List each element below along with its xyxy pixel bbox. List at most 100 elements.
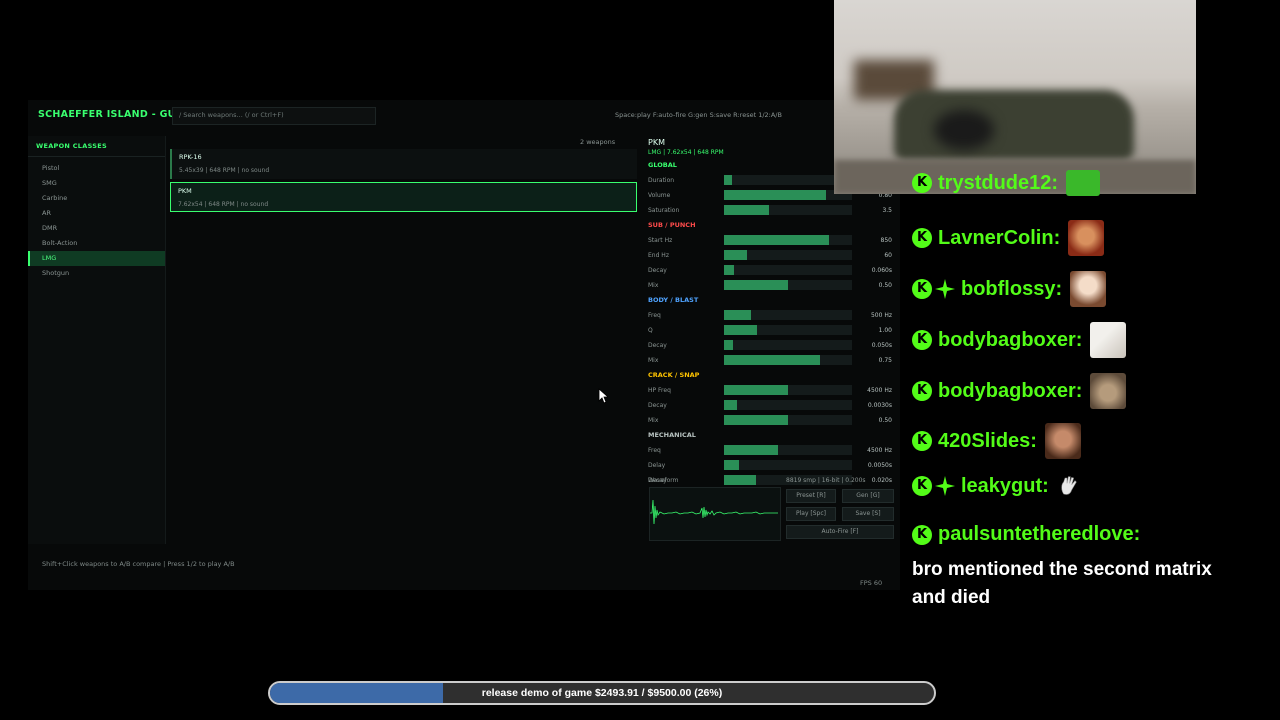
weapon-row-pkm[interactable]: PKM 7.62x54 | 648 RPM | no sound	[170, 182, 637, 212]
param-slider-fill	[724, 445, 778, 455]
param-label: Mix	[648, 282, 659, 289]
param-slider[interactable]	[724, 265, 852, 275]
sidebar-item-bolt-action[interactable]: Bolt-Action	[28, 236, 165, 251]
param-slider[interactable]	[724, 175, 852, 185]
param-value: 0.0030s	[867, 402, 892, 409]
param-slider-fill	[724, 325, 758, 335]
param-label: Freq	[648, 312, 661, 319]
param-row: Delay 0.0050s	[648, 458, 900, 473]
param-slider[interactable]	[724, 355, 852, 365]
chat-message: Kbobflossy:	[912, 271, 1107, 307]
search-input[interactable]: / Search weapons... (/ or Ctrl+F)	[172, 107, 376, 125]
param-row: Mix 0.50	[648, 278, 900, 293]
sidebar-item-smg[interactable]: SMG	[28, 176, 165, 191]
hotkey-hints: Space:play F:auto-fire G:gen S:save R:re…	[615, 111, 782, 119]
param-label: Mix	[648, 417, 659, 424]
param-slider[interactable]	[724, 190, 852, 200]
param-row: Decay 0.0030s	[648, 398, 900, 413]
frog-emote-icon	[1066, 170, 1101, 196]
param-slider[interactable]	[724, 460, 852, 470]
param-value: 3.5	[882, 207, 892, 214]
chat-username: trystdude12:	[938, 171, 1059, 194]
weapon-list: RPK-16 5.45x39 | 648 RPM | no sound PKM …	[170, 149, 637, 215]
donation-goal-bar: release demo of game $2493.91 / $9500.00…	[268, 681, 936, 705]
param-sections: GLOBAL Duration Volume 0.80 Saturation 3.5 SUB…	[648, 158, 900, 488]
chat-message: Kbodybagboxer:	[912, 322, 1127, 358]
waveform-icon	[650, 499, 778, 525]
face-emote-icon	[1068, 220, 1105, 256]
param-slider[interactable]	[724, 280, 852, 290]
chat-username: bodybagboxer:	[938, 328, 1083, 351]
chat-message: Kbodybagboxer:	[912, 373, 1127, 409]
chat-username: LavnerColin:	[938, 226, 1061, 249]
sound-designer-app: SCHAEFFER ISLAND - GUNS / Search weapons…	[28, 100, 900, 590]
param-label: HP Freq	[648, 387, 671, 394]
param-row: HP Freq 4500 Hz	[648, 383, 900, 398]
laughing-face-emote-icon	[1044, 423, 1081, 459]
sidebar-item-carbine[interactable]: Carbine	[28, 191, 165, 206]
preset-button[interactable]: Preset [R]	[786, 489, 836, 503]
param-slider[interactable]	[724, 400, 852, 410]
param-slider[interactable]	[724, 205, 852, 215]
sidebar-item-shotgun[interactable]: Shotgun	[28, 266, 165, 281]
param-slider-fill	[724, 355, 820, 365]
param-label: Saturation	[648, 207, 680, 214]
param-slider[interactable]	[724, 415, 852, 425]
param-label: Freq	[648, 447, 661, 454]
param-slider[interactable]	[724, 250, 852, 260]
param-slider-fill	[724, 385, 788, 395]
param-row: Saturation 3.5	[648, 203, 900, 218]
chat-message: Kleakygut:	[912, 474, 1081, 510]
weapon-count: 2 weapons	[580, 138, 616, 146]
kick-badge-icon: K	[912, 330, 932, 350]
save-button[interactable]: Save [S]	[842, 507, 894, 521]
weapon-row-rpk16[interactable]: RPK-16 5.45x39 | 648 RPM | no sound	[170, 149, 637, 179]
param-value: 1.00	[878, 327, 892, 334]
param-label: Decay	[648, 342, 667, 349]
top-bar: SCHAEFFER ISLAND - GUNS / Search weapons…	[28, 100, 900, 130]
param-row: Mix 0.50	[648, 413, 900, 428]
section-header: CRACK / SNAP	[648, 371, 700, 379]
subscriber-spark-icon	[935, 279, 955, 299]
kick-badge-icon: K	[912, 173, 932, 193]
hand-emote-icon	[1061, 476, 1077, 495]
play-button[interactable]: Play [Spc]	[786, 507, 836, 521]
gen-button[interactable]: Gen [G]	[842, 489, 894, 503]
param-value: 0.0050s	[867, 462, 892, 469]
param-slider-fill	[724, 175, 732, 185]
param-slider-fill	[724, 340, 733, 350]
param-value: 0.75	[878, 357, 892, 364]
sidebar-item-ar[interactable]: AR	[28, 206, 165, 221]
section-header: MECHANICAL	[648, 431, 696, 439]
sidebar-item-dmr[interactable]: DMR	[28, 221, 165, 236]
sample-info: 8819 smp | 16-bit | 0.200s	[786, 477, 866, 484]
param-row: End Hz 60	[648, 248, 900, 263]
param-slider[interactable]	[724, 445, 852, 455]
chat-message-text: bro mentioned the second matrix and died	[912, 559, 1212, 608]
param-value: 0.050s	[871, 342, 892, 349]
param-slider[interactable]	[724, 385, 852, 395]
param-label: Duration	[648, 177, 675, 184]
param-slider[interactable]	[724, 310, 852, 320]
weapon-class-sidebar: WEAPON CLASSES Pistol SMG Carbine AR DMR…	[28, 136, 166, 544]
kick-badge-icon: K	[912, 431, 932, 451]
subscriber-spark-icon	[935, 476, 955, 496]
weapon-meta: 5.45x39 | 648 RPM | no sound	[179, 167, 270, 174]
param-row: Freq 4500 Hz	[648, 443, 900, 458]
param-value: 0.060s	[871, 267, 892, 274]
cat-emote-icon	[1090, 373, 1127, 409]
param-row: Start Hz 850	[648, 233, 900, 248]
waveform-label: Waveform	[648, 477, 679, 484]
param-slider[interactable]	[724, 340, 852, 350]
sidebar-item-lmg[interactable]: LMG	[28, 251, 165, 266]
section-header: BODY / BLAST	[648, 296, 699, 304]
sidebar-item-pistol[interactable]: Pistol	[28, 161, 165, 176]
param-slider[interactable]	[724, 235, 852, 245]
param-row: Q 1.00	[648, 323, 900, 338]
weapon-meta: 7.62x54 | 648 RPM | no sound	[178, 201, 269, 208]
auto-fire-button[interactable]: Auto-Fire [F]	[786, 525, 894, 539]
param-slider[interactable]	[724, 325, 852, 335]
param-value: 60	[884, 252, 892, 259]
param-row: Decay 0.060s	[648, 263, 900, 278]
fps-counter: FPS 60	[860, 579, 883, 587]
